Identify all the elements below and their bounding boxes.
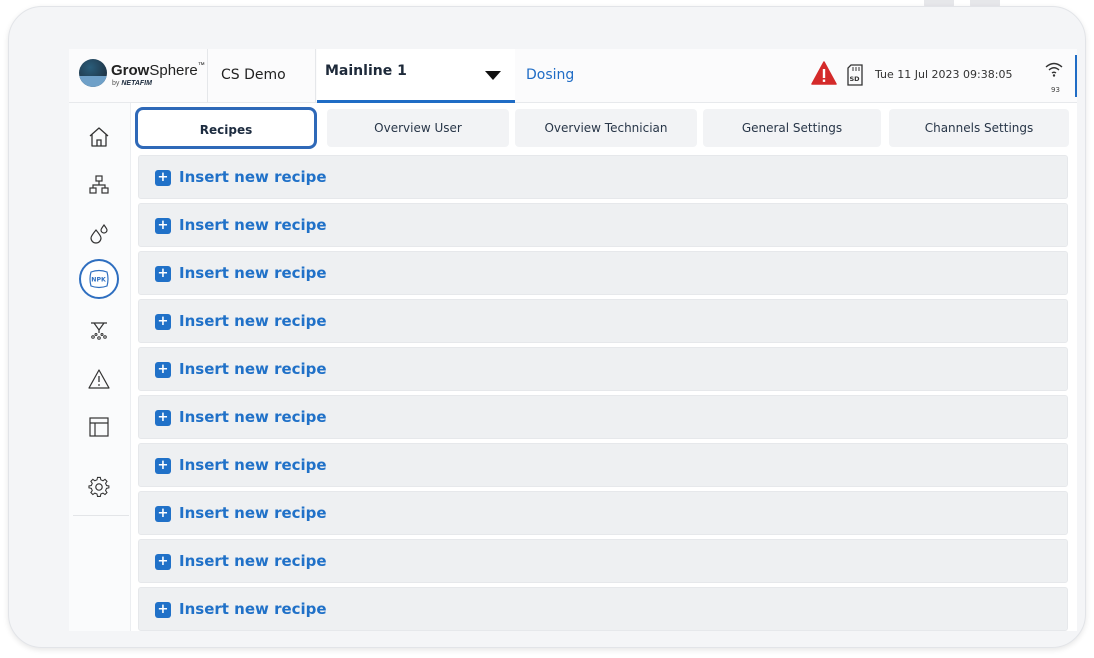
- add-icon: +: [155, 266, 171, 282]
- insert-recipe-row[interactable]: + Insert new recipe: [138, 299, 1068, 343]
- growsphere-logo: GrowSphere™ by NETAFIM: [79, 57, 205, 97]
- sidebar-item-settings[interactable]: [81, 469, 117, 505]
- settings-icon: [88, 476, 110, 497]
- tab-bar: Recipes Overview User Overview Technicia…: [135, 107, 1069, 149]
- sidebar-divider: [73, 515, 129, 516]
- app-screen: GrowSphere™ by NETAFIM CS Demo Mainline …: [69, 49, 1077, 631]
- section-title: Dosing: [526, 67, 575, 83]
- site-name: CS Demo: [221, 67, 286, 83]
- table-icon: [89, 417, 109, 437]
- sidebar-item-alarms[interactable]: [81, 361, 117, 397]
- sidebar-item-home[interactable]: [81, 119, 117, 155]
- header-accent-rule: [1075, 55, 1077, 97]
- tab-overview-technician[interactable]: Overview Technician: [515, 109, 697, 147]
- sidebar: NPK: [69, 103, 131, 631]
- alert-icon[interactable]: [811, 61, 837, 85]
- insert-recipe-label: Insert new recipe: [179, 408, 327, 426]
- mainline-label: Mainline 1: [325, 63, 407, 79]
- insert-recipe-row[interactable]: + Insert new recipe: [138, 443, 1068, 487]
- insert-recipe-row[interactable]: + Insert new recipe: [138, 539, 1068, 583]
- brand-name: GrowSphere™: [111, 62, 205, 79]
- sidebar-item-water[interactable]: [81, 215, 117, 251]
- insert-recipe-row[interactable]: + Insert new recipe: [138, 395, 1068, 439]
- mainline-selector[interactable]: Mainline 1: [317, 49, 515, 103]
- network-icon: [89, 175, 109, 194]
- tab-recipes[interactable]: Recipes: [135, 107, 317, 149]
- header-divider: [315, 49, 316, 103]
- add-icon: +: [155, 554, 171, 570]
- insert-recipe-row[interactable]: + Insert new recipe: [138, 347, 1068, 391]
- sprinkler-icon: [91, 322, 107, 340]
- insert-recipe-row[interactable]: + Insert new recipe: [138, 203, 1068, 247]
- add-icon: +: [155, 506, 171, 522]
- date-time: Tue 11 Jul 2023 09:38:05: [875, 68, 1013, 81]
- insert-recipe-row[interactable]: + Insert new recipe: [138, 587, 1068, 631]
- npk-icon: NPK: [89, 269, 109, 289]
- sidebar-item-npk[interactable]: NPK: [79, 259, 119, 299]
- globe-logo-icon: [79, 59, 107, 87]
- add-icon: +: [155, 410, 171, 426]
- wifi-icon: [1045, 62, 1063, 77]
- sidebar-item-reports[interactable]: [81, 409, 117, 445]
- tab-overview-user[interactable]: Overview User: [327, 109, 509, 147]
- add-icon: +: [155, 314, 171, 330]
- tab-general-settings[interactable]: General Settings: [703, 109, 881, 147]
- header-divider: [207, 49, 208, 103]
- sd-card-icon: SD: [847, 64, 863, 86]
- insert-recipe-label: Insert new recipe: [179, 216, 327, 234]
- add-icon: +: [155, 458, 171, 474]
- warning-icon: [88, 369, 110, 389]
- recipe-list: + Insert new recipe + Insert new recipe …: [138, 155, 1068, 631]
- insert-recipe-label: Insert new recipe: [179, 168, 327, 186]
- chevron-down-icon: [485, 71, 501, 80]
- insert-recipe-row[interactable]: + Insert new recipe: [138, 491, 1068, 535]
- tab-channels-settings[interactable]: Channels Settings: [889, 109, 1069, 147]
- insert-recipe-label: Insert new recipe: [179, 360, 327, 378]
- water-drops-icon: [90, 223, 108, 244]
- insert-recipe-label: Insert new recipe: [179, 552, 327, 570]
- home-icon: [89, 127, 109, 147]
- brand-byline: by NETAFIM: [112, 80, 152, 87]
- insert-recipe-label: Insert new recipe: [179, 600, 327, 618]
- svg-text:NPK: NPK: [91, 277, 106, 284]
- tablet-frame: GrowSphere™ by NETAFIM CS Demo Mainline …: [8, 6, 1086, 648]
- sidebar-item-network[interactable]: [81, 167, 117, 203]
- add-icon: +: [155, 602, 171, 618]
- insert-recipe-label: Insert new recipe: [179, 312, 327, 330]
- insert-recipe-row[interactable]: + Insert new recipe: [138, 155, 1068, 199]
- sidebar-item-irrigation[interactable]: [81, 313, 117, 349]
- add-icon: +: [155, 218, 171, 234]
- insert-recipe-label: Insert new recipe: [179, 456, 327, 474]
- add-icon: +: [155, 362, 171, 378]
- insert-recipe-label: Insert new recipe: [179, 504, 327, 522]
- svg-text:SD: SD: [850, 75, 861, 83]
- add-icon: +: [155, 170, 171, 186]
- insert-recipe-row[interactable]: + Insert new recipe: [138, 251, 1068, 295]
- top-bar: GrowSphere™ by NETAFIM CS Demo Mainline …: [69, 49, 1077, 103]
- signal-strength: 93: [1051, 86, 1060, 94]
- insert-recipe-label: Insert new recipe: [179, 264, 327, 282]
